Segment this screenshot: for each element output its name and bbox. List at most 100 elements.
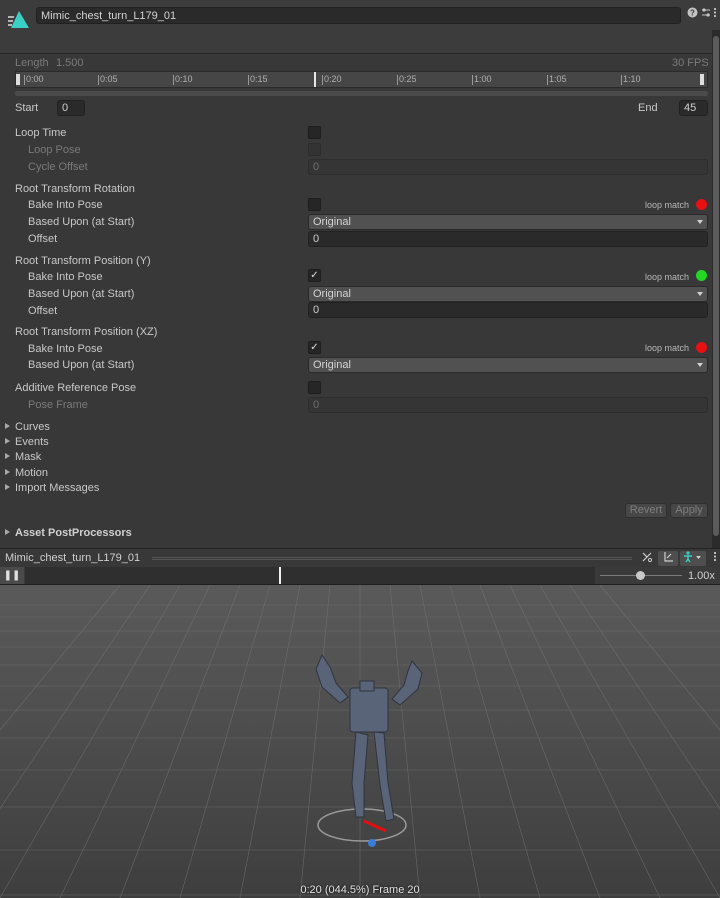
foldout-curves[interactable]: Curves [5, 421, 50, 433]
help-icon[interactable]: ? [686, 7, 698, 21]
root-pos-y-loop-match-label: loop match [645, 272, 690, 282]
speed-label: 1.00x [688, 570, 715, 582]
root-pos-xz-title: Root Transform Position (XZ) [15, 326, 158, 338]
foldout-label: Asset PostProcessors [15, 527, 132, 539]
apply-button[interactable]: Apply [670, 503, 708, 518]
preview-timeline[interactable] [25, 567, 595, 584]
foldout-label: Events [15, 436, 49, 448]
foldout-import-messages[interactable]: Import Messages [5, 482, 99, 494]
timeline-tick [621, 75, 622, 85]
preview-scene [0, 585, 720, 898]
end-marker[interactable] [700, 74, 704, 85]
root-pos-xz-based-dropdown[interactable]: Original [308, 357, 708, 373]
chevron-right-icon [5, 484, 10, 490]
scrollbar-thumb[interactable] [713, 36, 719, 536]
loop-pose-label: Loop Pose [28, 144, 81, 156]
start-field[interactable]: 0 [57, 100, 85, 116]
root-rotation-offset-field[interactable]: 0 [308, 231, 708, 247]
root-rotation-bake-checkbox[interactable] [308, 198, 321, 211]
root-pos-xz-based-label: Based Upon (at Start) [28, 359, 135, 371]
preview-status: 0:20 (044.5%) Frame 20 [300, 884, 420, 896]
root-rotation-based-value: Original [313, 216, 351, 228]
preview-title: Mimic_chest_turn_L179_01 [5, 552, 141, 564]
speed-slider-knob[interactable] [636, 571, 645, 580]
length-label: Length [15, 57, 49, 69]
root-pos-y-bake-label: Bake Into Pose [28, 271, 103, 283]
preview-viewport[interactable]: 0:20 (044.5%) Frame 20 [0, 585, 720, 898]
timeline-tick [173, 75, 174, 85]
end-field[interactable]: 45 [679, 100, 708, 116]
foldout-label: Curves [15, 421, 50, 433]
root-rotation-offset-label: Offset [28, 233, 58, 245]
end-label: End [638, 102, 658, 114]
timeline-tick [98, 75, 99, 85]
root-pos-xz-loop-match-label: loop match [645, 343, 690, 353]
start-marker[interactable] [16, 74, 20, 85]
loop-time-checkbox[interactable] [308, 126, 321, 139]
loop-time-label: Loop Time [15, 127, 67, 139]
preview-playhead[interactable] [279, 567, 281, 584]
root-rotation-based-label: Based Upon (at Start) [28, 216, 135, 228]
chevron-down-icon [697, 363, 703, 367]
additive-pose-checkbox[interactable] [308, 381, 321, 394]
chevron-down-icon [697, 220, 703, 224]
more-menu-icon[interactable] [710, 551, 720, 566]
fps-label: 30 FPS [672, 57, 709, 69]
loop-pose-checkbox[interactable] [308, 143, 321, 156]
timeline-tick-label: 0:15 [250, 74, 268, 84]
root-pos-y-title: Root Transform Position (Y) [15, 255, 151, 267]
foldout-label: Mask [15, 451, 42, 463]
inspector-scrollbar[interactable] [712, 30, 720, 548]
root-pos-y-offset-field[interactable]: 0 [308, 302, 708, 318]
timeline-scrollbar[interactable] [15, 91, 708, 96]
cycle-offset-field[interactable]: 0 [308, 159, 708, 175]
root-pos-xz-bake-checkbox[interactable]: ✓ [308, 341, 321, 354]
root-rotation-title: Root Transform Rotation [15, 183, 135, 195]
avatar-preview-icon[interactable] [680, 551, 706, 566]
inspector-header: Mimic_chest_turn_L179_01 ? [0, 0, 720, 54]
root-pos-y-based-value: Original [313, 288, 351, 300]
ik-toggle-icon[interactable] [637, 551, 657, 566]
pivot-toggle-icon[interactable] [658, 551, 678, 566]
preview-header: Mimic_chest_turn_L179_01 [0, 548, 720, 567]
timeline-tick [24, 75, 25, 85]
cycle-offset-label: Cycle Offset [28, 161, 88, 173]
timeline-tick-label: 0:25 [399, 74, 417, 84]
chevron-right-icon [5, 469, 10, 475]
timeline-tick-label: 0:05 [100, 74, 118, 84]
foldout-motion[interactable]: Motion [5, 467, 48, 479]
root-pos-xz-bake-label: Bake Into Pose [28, 343, 103, 355]
timeline-tick [397, 75, 398, 85]
timeline-tick [472, 75, 473, 85]
asset-name-field[interactable]: Mimic_chest_turn_L179_01 [36, 7, 681, 24]
chevron-right-icon [5, 423, 10, 429]
chevron-down-icon [697, 292, 703, 296]
clip-timeline[interactable]: 0:00 0:05 0:10 0:15 0:20 0:25 1:00 1:05 … [15, 71, 708, 88]
preview-playback-bar: ❚❚ 1.00x [0, 567, 720, 585]
root-pos-y-based-dropdown[interactable]: Original [308, 286, 708, 302]
foldout-events[interactable]: Events [5, 436, 49, 448]
foldout-asset-postprocessors[interactable]: Asset PostProcessors [5, 527, 132, 539]
preview-drag-handle[interactable] [152, 557, 632, 560]
timeline-tick [248, 75, 249, 85]
root-pos-y-based-label: Based Upon (at Start) [28, 288, 135, 300]
root-rotation-based-dropdown[interactable]: Original [308, 214, 708, 230]
timeline-playhead[interactable] [314, 72, 316, 87]
chevron-right-icon [5, 438, 10, 444]
root-pos-y-bake-checkbox[interactable]: ✓ [308, 269, 321, 282]
more-menu-icon[interactable] [711, 7, 719, 21]
revert-button[interactable]: Revert [625, 503, 667, 518]
loop-match-green-indicator [696, 270, 707, 281]
timeline-tick-label: 1:10 [623, 74, 641, 84]
timeline-tick-label: 1:00 [474, 74, 492, 84]
length-value: 1.500 [56, 57, 84, 69]
additive-pose-label: Additive Reference Pose [15, 382, 137, 394]
chevron-right-icon [5, 529, 10, 535]
pose-frame-field[interactable]: 0 [308, 397, 708, 413]
loop-match-red-indicator [696, 199, 707, 210]
animation-clip-icon [8, 11, 29, 28]
root-pos-xz-based-value: Original [313, 359, 351, 371]
timeline-tick [547, 75, 548, 85]
foldout-mask[interactable]: Mask [5, 451, 41, 463]
pause-icon[interactable]: ❚❚ [0, 567, 24, 584]
